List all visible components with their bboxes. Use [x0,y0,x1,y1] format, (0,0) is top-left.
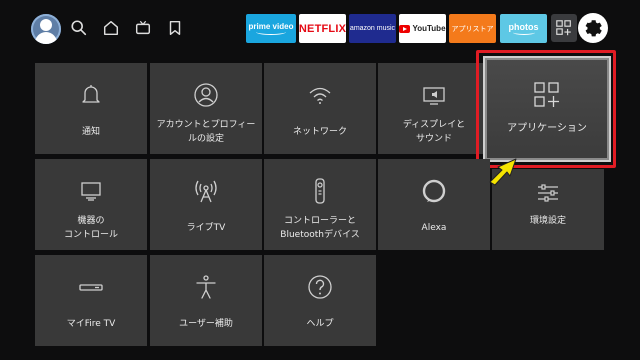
wifi-icon [264,81,376,109]
app-amazon-music[interactable]: amazon music [349,14,396,43]
antenna-tower-icon [150,177,262,205]
tile-label: ヘルプ [306,319,334,329]
home-icon[interactable] [100,17,122,39]
tile-label: 機器の コントロール [63,216,118,240]
settings-button[interactable] [578,13,608,43]
pointer-arrow-icon [489,158,517,186]
tile-label: アカウントとプロフィー ルの設定 [156,120,256,144]
tile-label: ユーザー補助 [179,319,233,329]
app-prime-video[interactable]: prime video [246,14,296,43]
profile-avatar[interactable] [31,14,61,44]
tile-label: 環境設定 [529,216,566,226]
tile-notifications[interactable]: 通知 [35,63,147,154]
tile-controllers-bluetooth[interactable]: コントローラーと Bluetoothデバイス [264,159,376,250]
tile-device-control[interactable]: 機器の コントロール [35,159,147,250]
accessibility-person-icon [150,273,262,301]
app-netflix[interactable]: NETFLIX [299,14,346,43]
bell-icon [35,81,147,109]
tile-accessibility[interactable]: ユーザー補助 [150,255,262,346]
all-apps-button[interactable] [551,14,577,42]
tile-label: アプリケーション [507,123,587,134]
remote-control-icon [264,177,376,205]
youtube-play-icon [399,24,411,33]
display-speaker-icon [378,81,490,109]
app-appstore[interactable]: アプリストア [449,14,496,43]
tile-help[interactable]: ヘルプ [264,255,376,346]
watchlist-bookmark-icon[interactable] [164,17,186,39]
live-tv-icon[interactable] [132,17,154,39]
top-navigation-bar: prime video NETFLIX amazon music YouTube… [0,0,640,56]
tile-label: ネットワーク [292,127,347,137]
tile-label: ライブTV [186,223,226,233]
tile-display-sound[interactable]: ディスプレイと サウンド [378,63,490,154]
apps-grid-icon [556,20,571,36]
tile-label: 通知 [81,127,100,137]
tile-label: Alexa [421,223,447,233]
tile-applications[interactable]: アプリケーション [483,56,611,162]
tile-network[interactable]: ネットワーク [264,63,376,154]
app-photos[interactable]: photos [500,14,547,43]
tile-account-profile[interactable]: アカウントとプロフィー ルの設定 [150,63,262,154]
gear-icon [585,20,602,37]
search-icon[interactable] [68,17,90,39]
tile-label: コントローラーと Bluetoothデバイス [280,216,360,240]
app-youtube[interactable]: YouTube [399,14,446,43]
applications-grid-icon [483,79,611,111]
tile-live-tv[interactable]: ライブTV [150,159,262,250]
tile-my-fire-tv[interactable]: マイFire TV [35,255,147,346]
help-question-icon [264,273,376,301]
account-circle-icon [150,81,262,109]
tile-alexa[interactable]: Alexa [378,159,490,250]
alexa-ring-icon [378,177,490,205]
tile-label: マイFire TV [66,319,116,329]
fire-tv-stick-icon [35,273,147,301]
monitor-icon [35,177,147,205]
tile-label: ディスプレイと サウンド [402,120,466,144]
